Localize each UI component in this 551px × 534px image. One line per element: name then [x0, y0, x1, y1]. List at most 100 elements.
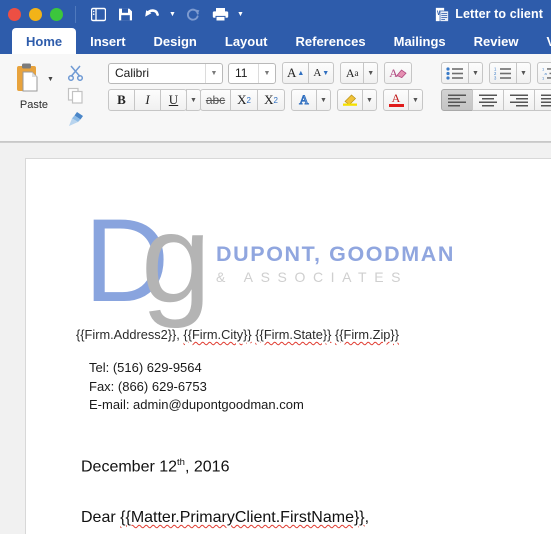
numbering-dropdown-icon[interactable]: ▼ [516, 62, 531, 84]
field-state: {{Firm.State}} [255, 327, 332, 342]
shrink-font-button[interactable]: A ▼ [308, 62, 335, 84]
highlighter-icon [342, 94, 357, 106]
svg-text:3: 3 [494, 75, 497, 80]
format-painter-button[interactable] [62, 108, 88, 129]
tab-insert[interactable]: Insert [76, 28, 139, 54]
clear-formatting-button[interactable]: A [384, 62, 412, 84]
document-title: W Letter to client [435, 0, 543, 28]
multilevel-list-icon: 1 a 1 [542, 67, 551, 80]
letter-salutation: Dear {{Matter.PrimaryClient.FirstName}}, [81, 509, 369, 527]
date-month-day: December 12 [81, 458, 178, 476]
tab-design[interactable]: Design [140, 28, 211, 54]
font-name-value: Calibri [115, 66, 150, 80]
font-color-control: A ▼ [383, 89, 423, 111]
close-window-button[interactable] [8, 7, 21, 21]
quick-access-overflow-icon[interactable]: ▼ [234, 3, 247, 25]
toolbar-divider [75, 5, 76, 23]
change-case-dropdown-icon[interactable]: ▼ [363, 62, 379, 84]
save-icon[interactable] [112, 3, 138, 25]
letter-date: December 12th, 2016 [81, 457, 229, 476]
svg-text:1: 1 [542, 75, 545, 80]
copy-icon [67, 87, 83, 104]
maximize-window-button[interactable] [50, 7, 63, 21]
font-group: Calibri ▼ 11 ▼ A ▲ A ▼ A a ▼ A B I U ▼ a… [102, 54, 427, 140]
numbered-list-icon: 1 2 3 [494, 67, 511, 80]
bullets-dropdown-icon[interactable]: ▼ [468, 62, 483, 84]
firm-telephone: Tel: (516) 629-9564 [89, 360, 202, 375]
bulleted-list-icon [446, 66, 463, 80]
underline-dropdown-icon[interactable]: ▼ [186, 89, 201, 111]
font-row-1: Calibri ▼ 11 ▼ A ▲ A ▼ A a ▼ A [108, 62, 423, 84]
cut-button[interactable] [62, 62, 88, 83]
font-size-dropdown-icon[interactable]: ▼ [258, 63, 275, 83]
align-right-button[interactable] [503, 89, 535, 111]
font-size-value: 11 [235, 66, 248, 80]
font-color-button[interactable]: A [383, 89, 409, 111]
font-size-combobox[interactable]: 11 ▼ [228, 62, 276, 84]
subscript-button[interactable]: X2 [230, 89, 258, 111]
bold-button[interactable]: B [108, 89, 135, 111]
text-effects-button[interactable]: A [291, 89, 317, 111]
paste-icon [17, 63, 38, 92]
undo-dropdown-icon[interactable]: ▼ [166, 3, 179, 25]
logo-wordmark: DUPONT, GOODMAN & ASSOCIATES [216, 213, 455, 284]
tab-mailings[interactable]: Mailings [380, 28, 460, 54]
superscript-button[interactable]: X2 [257, 89, 285, 111]
bullets-control: ▼ [441, 62, 483, 84]
font-name-dropdown-icon[interactable]: ▼ [205, 63, 222, 83]
document-page[interactable]: D g DUPONT, GOODMAN & ASSOCIATES {{Firm.… [26, 159, 551, 534]
align-right-icon [510, 94, 528, 106]
sidebar-icon[interactable] [85, 3, 111, 25]
field-address2: {{Firm.Address2}} [76, 327, 177, 342]
highlight-button[interactable] [337, 89, 363, 111]
italic-button[interactable]: I [134, 89, 161, 111]
align-center-button[interactable] [472, 89, 504, 111]
highlight-dropdown-icon[interactable]: ▼ [362, 89, 377, 111]
align-left-button[interactable] [441, 89, 473, 111]
paragraph-group: ▼ 1 2 3 ▼ 1 a 1 [437, 54, 551, 140]
font-color-dropdown-icon[interactable]: ▼ [408, 89, 423, 111]
text-effects-dropdown-icon[interactable]: ▼ [316, 89, 331, 111]
clear-formatting-control: A [384, 62, 412, 84]
tab-home[interactable]: Home [12, 28, 77, 54]
change-case-control: Aa ▼ [340, 62, 379, 84]
text-style-buttons: B I U [108, 89, 187, 111]
paste-button[interactable]: ▼ Paste [8, 58, 60, 111]
minimize-window-button[interactable] [29, 7, 42, 21]
copy-button[interactable] [62, 85, 88, 106]
undo-icon[interactable] [139, 3, 165, 25]
change-case-button[interactable]: Aa [340, 62, 365, 84]
salutation-greeting: Dear [81, 509, 121, 526]
tab-references[interactable]: References [282, 28, 380, 54]
paste-dropdown-icon[interactable]: ▼ [47, 76, 54, 83]
strikethrough-button[interactable]: abc [200, 89, 231, 111]
grow-font-button[interactable]: A ▲ [282, 62, 310, 84]
document-title-text: Letter to client [455, 7, 543, 21]
date-year: , 2016 [184, 458, 230, 476]
scissors-icon [67, 65, 83, 81]
document-workspace[interactable]: D g DUPONT, GOODMAN & ASSOCIATES {{Firm.… [0, 142, 551, 534]
tab-review[interactable]: Review [460, 28, 533, 54]
redo-icon[interactable] [180, 3, 206, 25]
salutation-punctuation: , [364, 509, 370, 526]
print-icon[interactable] [207, 3, 233, 25]
font-size-step-buttons: A ▲ A ▼ [282, 62, 335, 84]
firm-fax: Fax: (866) 629-6753 [89, 378, 207, 394]
tab-layout[interactable]: Layout [211, 28, 282, 54]
font-row-2: B I U ▼ abc X 2 X 2 A ▼ ▼ A ▼ [108, 89, 423, 111]
multilevel-list-button[interactable]: 1 a 1 [537, 62, 551, 84]
field-zip: {{Firm.Zip}} [334, 327, 399, 342]
paragraph-row-1: ▼ 1 2 3 ▼ 1 a 1 [441, 62, 551, 84]
paintbrush-icon [69, 112, 83, 126]
highlight-control: ▼ [337, 89, 377, 111]
numbering-button[interactable]: 1 2 3 [489, 62, 517, 84]
font-name-combobox[interactable]: Calibri ▼ [108, 62, 223, 84]
underline-button[interactable]: U [160, 89, 187, 111]
logo-monogram: D g [84, 196, 211, 322]
align-center-icon [479, 94, 497, 106]
justify-button[interactable] [534, 89, 551, 111]
bullets-button[interactable] [441, 62, 469, 84]
firm-email: E-mail: admin@dupontgoodman.com [89, 397, 304, 412]
firm-contact-block: Tel: (516) 629-9564 Fax: (866) 629-6753 … [89, 359, 304, 415]
tab-view[interactable]: View [532, 28, 551, 54]
